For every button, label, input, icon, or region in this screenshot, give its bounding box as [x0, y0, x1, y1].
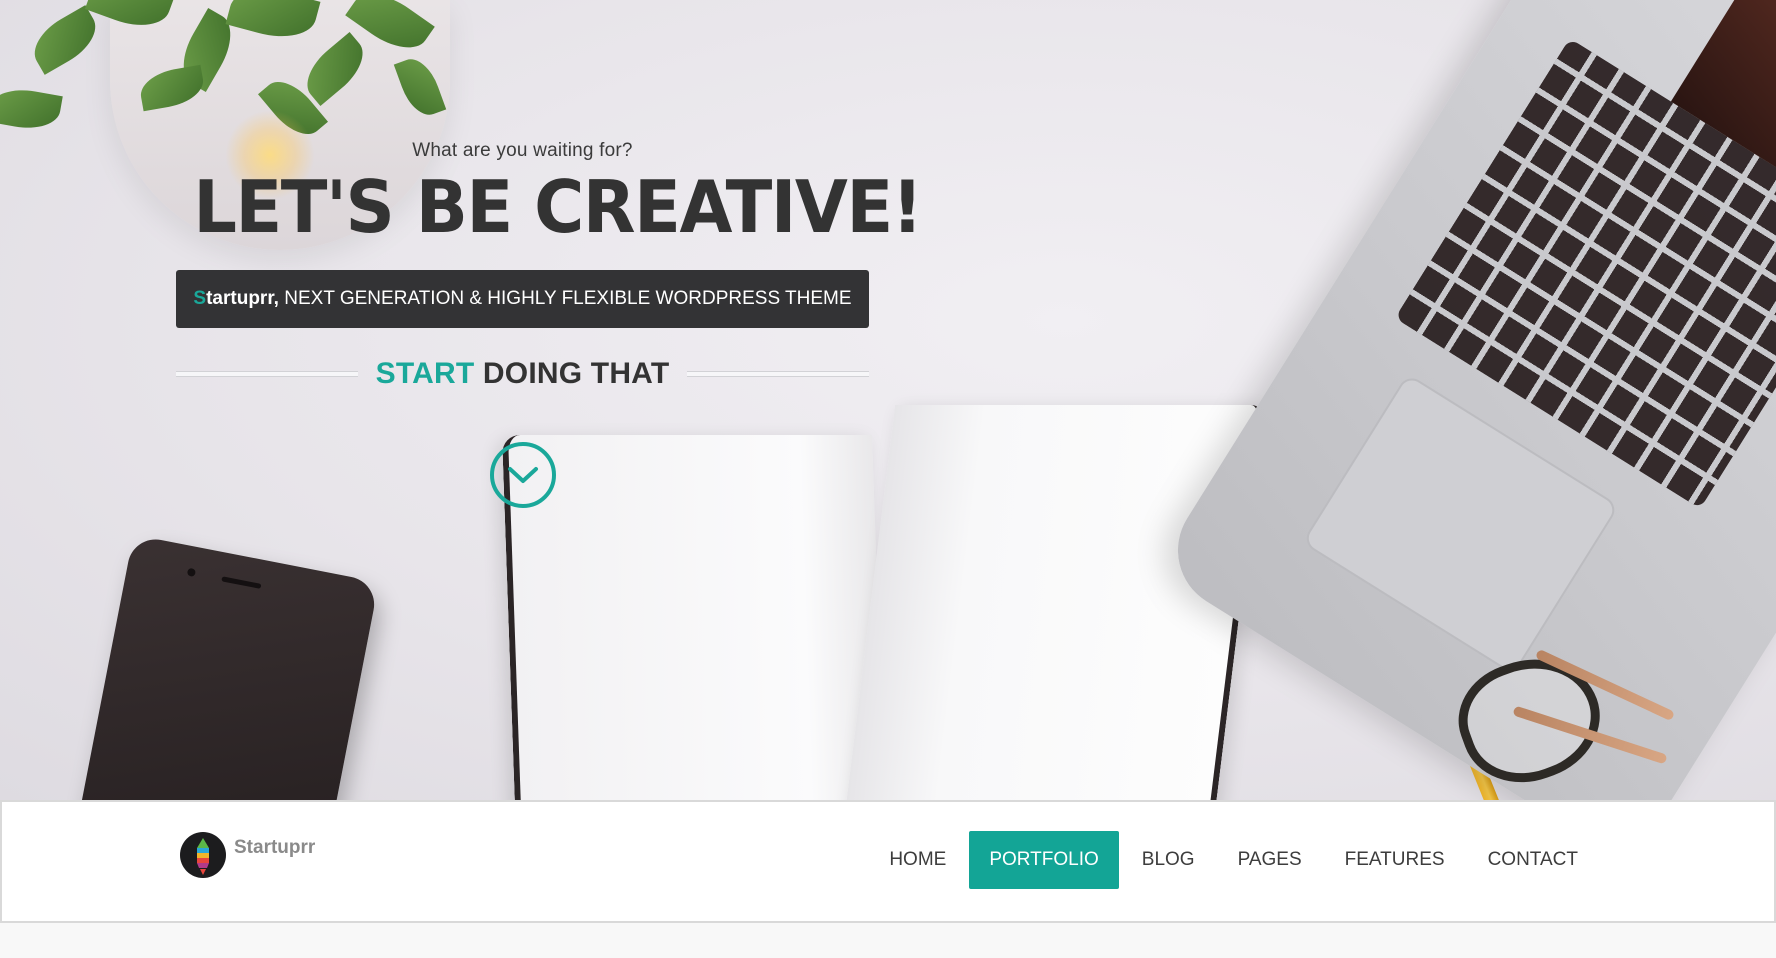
- cta-divider-row: START DOING THAT: [176, 354, 869, 394]
- page-below-fold: [0, 923, 1776, 958]
- main-navbar: Startuprr HOME PORTFOLIO BLOG PAGES FEAT…: [0, 800, 1776, 923]
- scroll-down-button[interactable]: [489, 442, 556, 508]
- tagline-brand-name: tartuprr,: [206, 288, 279, 309]
- nav-menu: HOME PORTFOLIO BLOG PAGES FEATURES CONTA…: [866, 831, 1598, 889]
- hero-kicker: What are you waiting for?: [412, 140, 633, 161]
- logo-text: Startuprr: [234, 837, 316, 858]
- smartphone-image: [61, 534, 379, 800]
- hero-tagline: Startuprr, NEXT GENERATION & HIGHLY FLEX…: [176, 270, 869, 328]
- nav-item-home[interactable]: HOME: [869, 831, 966, 889]
- leaf: [0, 84, 63, 134]
- nav-item-pages[interactable]: PAGES: [1218, 831, 1322, 889]
- divider-left: [176, 371, 358, 377]
- nav-item-contact[interactable]: CONTACT: [1468, 831, 1598, 889]
- nav-item-features[interactable]: FEATURES: [1325, 831, 1465, 889]
- tagline-brand-initial: S: [193, 288, 207, 309]
- chevron-down-icon: [507, 467, 538, 483]
- site-logo[interactable]: Startuprr: [180, 832, 315, 878]
- leaf: [24, 5, 106, 75]
- hero-section: What are you waiting for? LET'S BE CREAT…: [0, 0, 1776, 800]
- cta-accent: START: [375, 357, 475, 390]
- divider-right: [686, 371, 869, 377]
- nav-item-blog[interactable]: BLOG: [1122, 831, 1215, 889]
- nav-item-portfolio[interactable]: PORTFOLIO: [969, 831, 1119, 889]
- hero-headline: LET'S BE CREATIVE!: [193, 165, 923, 249]
- rocket-logo-icon: [180, 832, 226, 878]
- tagline-text: NEXT GENERATION & HIGHLY FLEXIBLE WORDPR…: [278, 288, 852, 309]
- eyeglasses-image: [1443, 639, 1710, 800]
- cta-rest: DOING THAT: [474, 357, 670, 390]
- hero-content: What are you waiting for? LET'S BE CREAT…: [176, 140, 923, 508]
- cta-heading: START DOING THAT: [376, 357, 670, 391]
